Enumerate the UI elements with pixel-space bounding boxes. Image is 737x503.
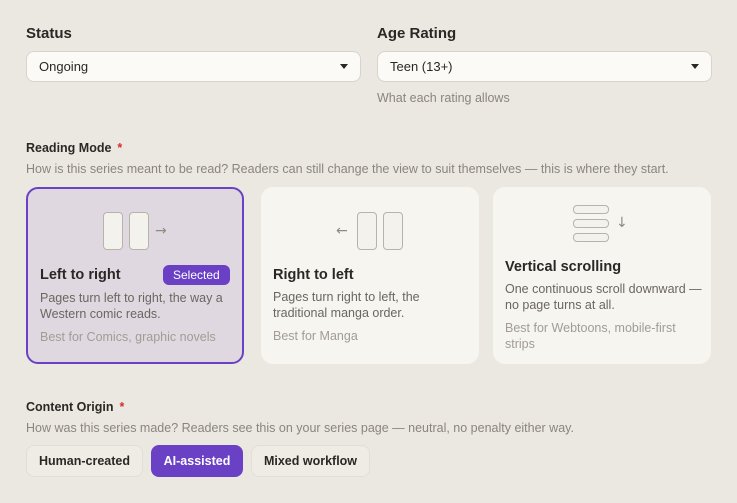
card-title: Vertical scrolling [505,259,622,275]
reading-mode-card-vertical-scrolling[interactable]: ↓ Vertical scrolling One continuous scro… [493,187,711,364]
status-select[interactable]: Ongoing [26,51,361,82]
age-rating-help-link[interactable]: What each rating allows [377,91,510,105]
caret-down-icon [340,64,348,69]
page-shape [103,212,123,250]
reading-mode-card-left-to-right[interactable]: → Left to right Selected Pages turn left… [26,187,244,364]
age-rating-select[interactable]: Teen (13+) [377,51,712,82]
page-shape [357,212,377,250]
page-shape [383,212,403,250]
age-rating-value: Teen (13+) [390,59,453,74]
origin-option-mixed-workflow[interactable]: Mixed workflow [251,445,370,477]
card-title: Right to left [273,267,354,283]
arrow-right-icon: → [155,223,167,239]
content-origin-help: How was this series made? Readers see th… [26,421,574,435]
card-description: One continuous scroll downward — no page… [505,282,702,312]
reading-mode-title-text: Reading Mode [26,141,112,155]
reading-mode-help: How is this series meant to be read? Rea… [26,162,669,176]
page-shape [129,212,149,250]
reading-mode-card-right-to-left[interactable]: ← Right to left Pages turn right to left… [261,187,479,364]
age-rating-label: Age Rating [377,25,457,42]
required-mark: * [119,400,125,414]
required-mark: * [117,141,123,155]
status-label: Status [26,25,72,42]
card-best-for: Best for Webtoons, mobile-first strips [505,321,676,351]
origin-option-human-created[interactable]: Human-created [26,445,143,477]
strip-shape [573,205,609,214]
content-origin-title: Content Origin * [26,400,124,414]
card-title: Left to right [40,267,121,283]
card-description: Pages turn left to right, the way a West… [40,291,223,321]
reading-mode-title: Reading Mode * [26,141,122,155]
arrow-down-icon: ↓ [616,215,628,231]
content-origin-title-text: Content Origin [26,400,114,414]
card-description: Pages turn right to left, the traditiona… [273,290,420,320]
origin-option-ai-assisted[interactable]: AI-assisted [151,445,243,477]
status-value: Ongoing [39,59,89,74]
selected-badge: Selected [163,265,230,285]
strip-shape [573,233,609,242]
card-best-for: Best for Comics, graphic novels [40,330,216,344]
arrow-left-icon: ← [336,223,348,239]
caret-down-icon [691,64,699,69]
card-best-for: Best for Manga [273,329,358,343]
strip-shape [573,219,609,228]
